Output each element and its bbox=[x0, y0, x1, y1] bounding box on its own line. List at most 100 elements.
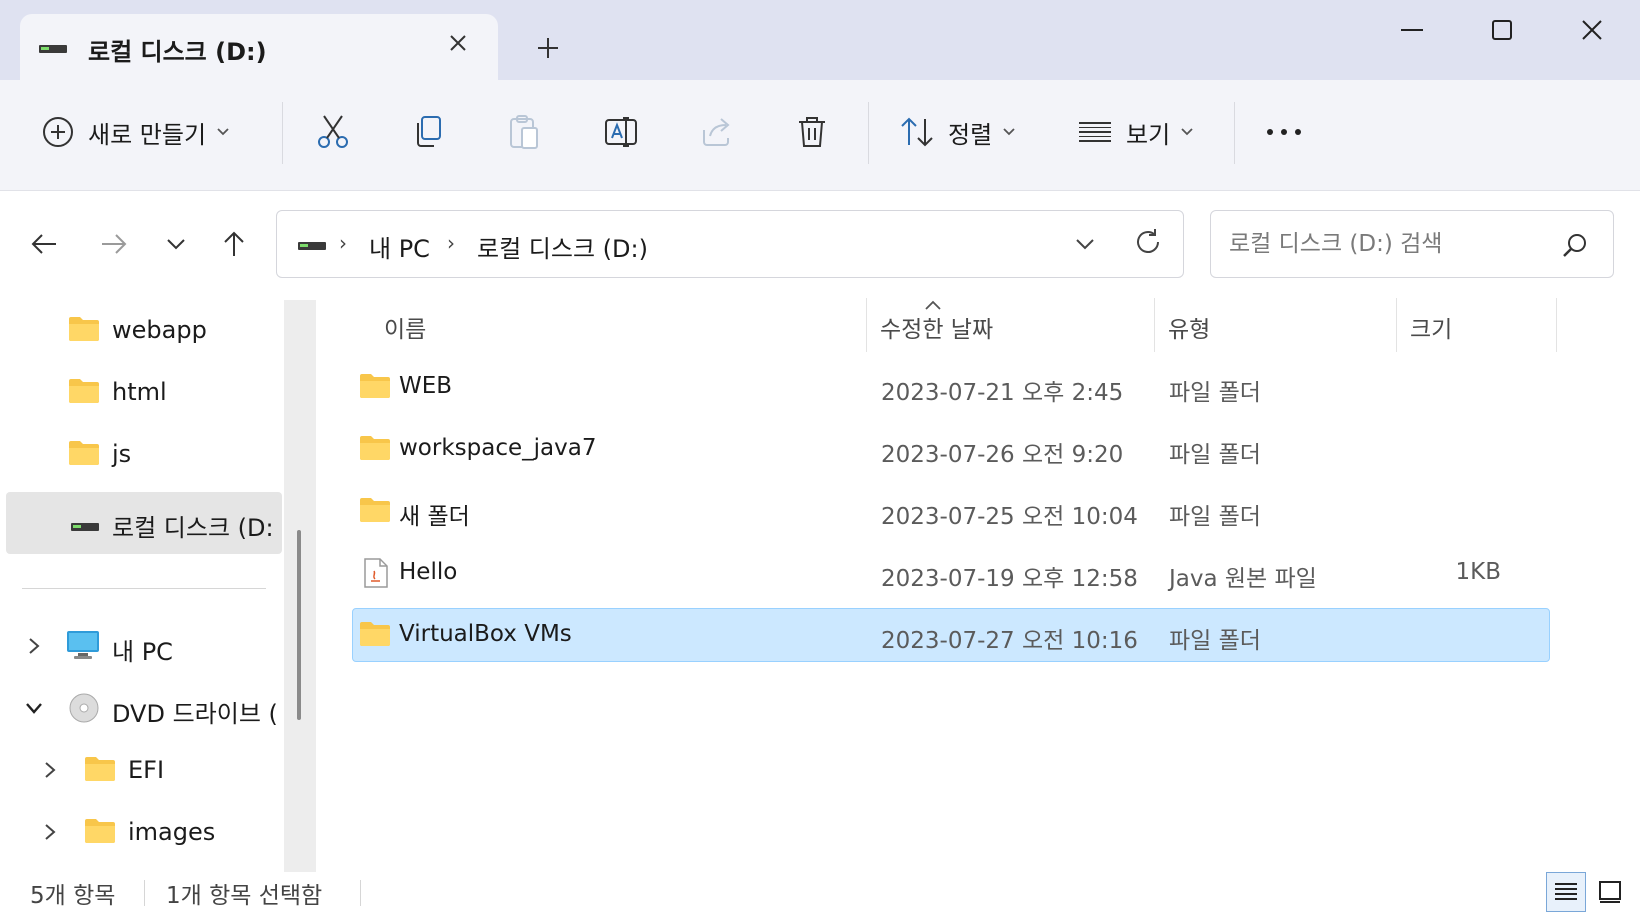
refresh-icon[interactable] bbox=[1133, 227, 1163, 261]
recent-locations-button[interactable] bbox=[156, 224, 196, 264]
rename-button[interactable] bbox=[604, 104, 640, 160]
chevron-down-icon[interactable] bbox=[22, 696, 46, 720]
file-type: 파일 폴더 bbox=[1169, 380, 1261, 406]
file-date: 2023-07-25 오전 10:04 bbox=[881, 504, 1138, 530]
selection-count: 1개 항목 선택함 bbox=[166, 883, 323, 909]
sidebar-item-webapp[interactable]: webapp bbox=[6, 300, 282, 362]
close-icon bbox=[1582, 20, 1602, 40]
column-header-size[interactable]: 크기 bbox=[1410, 310, 1452, 344]
sidebar-item-my-pc[interactable]: 내 PC bbox=[6, 616, 282, 678]
breadcrumb-local-disk[interactable]: 로컬 디스크 (D:) bbox=[477, 229, 648, 264]
new-tab-button[interactable] bbox=[528, 28, 568, 68]
file-date: 2023-07-19 오후 12:58 bbox=[881, 566, 1138, 592]
chevron-right-icon[interactable] bbox=[38, 820, 62, 844]
file-row-virtualbox-vms[interactable]: VirtualBox VMs 2023-07-27 오전 10:16 파일 폴더 bbox=[352, 608, 1550, 662]
file-type: 파일 폴더 bbox=[1169, 504, 1261, 530]
sidebar-item-dvd-drive[interactable]: DVD 드라이브 ( bbox=[6, 678, 282, 740]
file-explorer-window: 로컬 디스크 (D:) 새로 만들기 정렬 보기 › 내 PC › 로컬 디스크… bbox=[0, 0, 1640, 915]
paste-button[interactable] bbox=[508, 104, 540, 160]
file-row-new-folder[interactable]: 새 폴더 2023-07-25 오전 10:04 파일 폴더 bbox=[352, 484, 1550, 538]
column-divider[interactable] bbox=[1154, 298, 1155, 352]
status-divider bbox=[360, 880, 361, 906]
chevron-down-icon bbox=[1003, 128, 1015, 136]
new-label: 새로 만들기 bbox=[88, 120, 207, 149]
drive-icon bbox=[38, 40, 68, 59]
delete-button[interactable] bbox=[796, 104, 828, 160]
copy-button[interactable] bbox=[412, 104, 444, 160]
file-name: VirtualBox VMs bbox=[399, 621, 572, 647]
tab-local-disk[interactable]: 로컬 디스크 (D:) bbox=[20, 14, 498, 80]
chevron-right-icon[interactable] bbox=[22, 634, 46, 658]
close-window-button[interactable] bbox=[1552, 8, 1632, 52]
view-icon bbox=[1079, 122, 1111, 142]
folder-icon bbox=[68, 378, 100, 408]
sidebar-item-label: 내 PC bbox=[112, 638, 173, 666]
sidebar-scrollbar[interactable] bbox=[284, 300, 316, 880]
file-type: 파일 폴더 bbox=[1169, 442, 1261, 468]
sidebar-item-html[interactable]: html bbox=[6, 362, 282, 424]
maximize-button[interactable] bbox=[1462, 8, 1542, 52]
command-bar: 새로 만들기 정렬 보기 bbox=[0, 80, 1640, 191]
chevron-right-icon[interactable] bbox=[38, 758, 62, 782]
copy-icon bbox=[417, 116, 441, 147]
cut-icon bbox=[318, 115, 348, 148]
sidebar-item-efi[interactable]: EFI bbox=[6, 740, 282, 802]
file-row-hello[interactable]: Hello 2023-07-19 오후 12:58 Java 원본 파일 1KB bbox=[352, 546, 1550, 600]
column-divider[interactable] bbox=[866, 298, 867, 352]
address-bar[interactable]: › 내 PC › 로컬 디스크 (D:) bbox=[276, 210, 1184, 278]
sidebar-item-label: images bbox=[128, 818, 216, 846]
file-row-workspace-java7[interactable]: workspace_java7 2023-07-26 오전 9:20 파일 폴더 bbox=[352, 422, 1550, 476]
sidebar-item-label: webapp bbox=[112, 316, 207, 344]
file-type: Java 원본 파일 bbox=[1169, 566, 1317, 592]
more-options-button[interactable] bbox=[1266, 104, 1302, 160]
drive-icon bbox=[297, 237, 327, 256]
file-name: Hello bbox=[399, 559, 458, 585]
title-bar: 로컬 디스크 (D:) bbox=[0, 0, 1640, 80]
column-divider[interactable] bbox=[1396, 298, 1397, 352]
address-history-chevron-icon[interactable] bbox=[1075, 235, 1095, 254]
toolbar-divider bbox=[868, 102, 869, 164]
column-header-date[interactable]: 수정한 날짜 bbox=[880, 310, 993, 344]
file-date: 2023-07-27 오전 10:16 bbox=[881, 628, 1138, 654]
file-size: 1KB bbox=[1455, 559, 1502, 585]
file-name: WEB bbox=[399, 373, 453, 399]
folder-icon bbox=[68, 316, 100, 346]
details-view-icon bbox=[1555, 883, 1577, 900]
new-button[interactable]: 새로 만들기 bbox=[42, 104, 230, 160]
search-box[interactable] bbox=[1210, 210, 1614, 278]
details-view-button[interactable] bbox=[1546, 872, 1586, 912]
share-button[interactable] bbox=[700, 104, 734, 160]
dvd-icon bbox=[68, 692, 100, 728]
item-count: 5개 항목 bbox=[30, 883, 116, 909]
folder-icon bbox=[84, 756, 116, 786]
tab-close-icon[interactable] bbox=[440, 26, 476, 62]
column-header-name[interactable]: 이름 bbox=[384, 310, 426, 344]
share-icon bbox=[703, 118, 730, 146]
breadcrumb-my-pc[interactable]: 내 PC bbox=[369, 229, 430, 264]
more-icon bbox=[1267, 129, 1301, 135]
cut-button[interactable] bbox=[316, 104, 350, 160]
column-divider[interactable] bbox=[1556, 298, 1557, 352]
sidebar-item-label: js bbox=[112, 440, 132, 468]
minimize-button[interactable] bbox=[1372, 8, 1452, 52]
up-button[interactable] bbox=[214, 224, 254, 264]
view-button[interactable]: 보기 bbox=[1078, 104, 1194, 160]
back-button[interactable] bbox=[24, 224, 64, 264]
sidebar-item-local-disk[interactable]: 로컬 디스크 (D: bbox=[6, 492, 282, 554]
sort-button[interactable]: 정렬 bbox=[900, 104, 1016, 160]
scrollbar-thumb[interactable] bbox=[297, 530, 301, 720]
search-icon[interactable] bbox=[1561, 231, 1589, 263]
file-row-web[interactable]: WEB 2023-07-21 오후 2:45 파일 폴더 bbox=[352, 360, 1550, 414]
folder-icon bbox=[68, 440, 100, 470]
paste-icon bbox=[510, 115, 538, 149]
plus-circle-icon bbox=[43, 117, 73, 147]
folder-icon bbox=[359, 497, 391, 527]
sidebar-item-js[interactable]: js bbox=[6, 424, 282, 486]
tiles-view-button[interactable] bbox=[1590, 872, 1630, 912]
status-bar: 5개 항목 1개 항목 선택함 bbox=[0, 872, 1640, 915]
forward-button[interactable] bbox=[94, 224, 134, 264]
sidebar-item-images[interactable]: images bbox=[6, 802, 282, 864]
search-input[interactable] bbox=[1227, 225, 1551, 263]
column-header-type[interactable]: 유형 bbox=[1168, 310, 1210, 344]
sidebar-item-label: EFI bbox=[128, 756, 165, 784]
